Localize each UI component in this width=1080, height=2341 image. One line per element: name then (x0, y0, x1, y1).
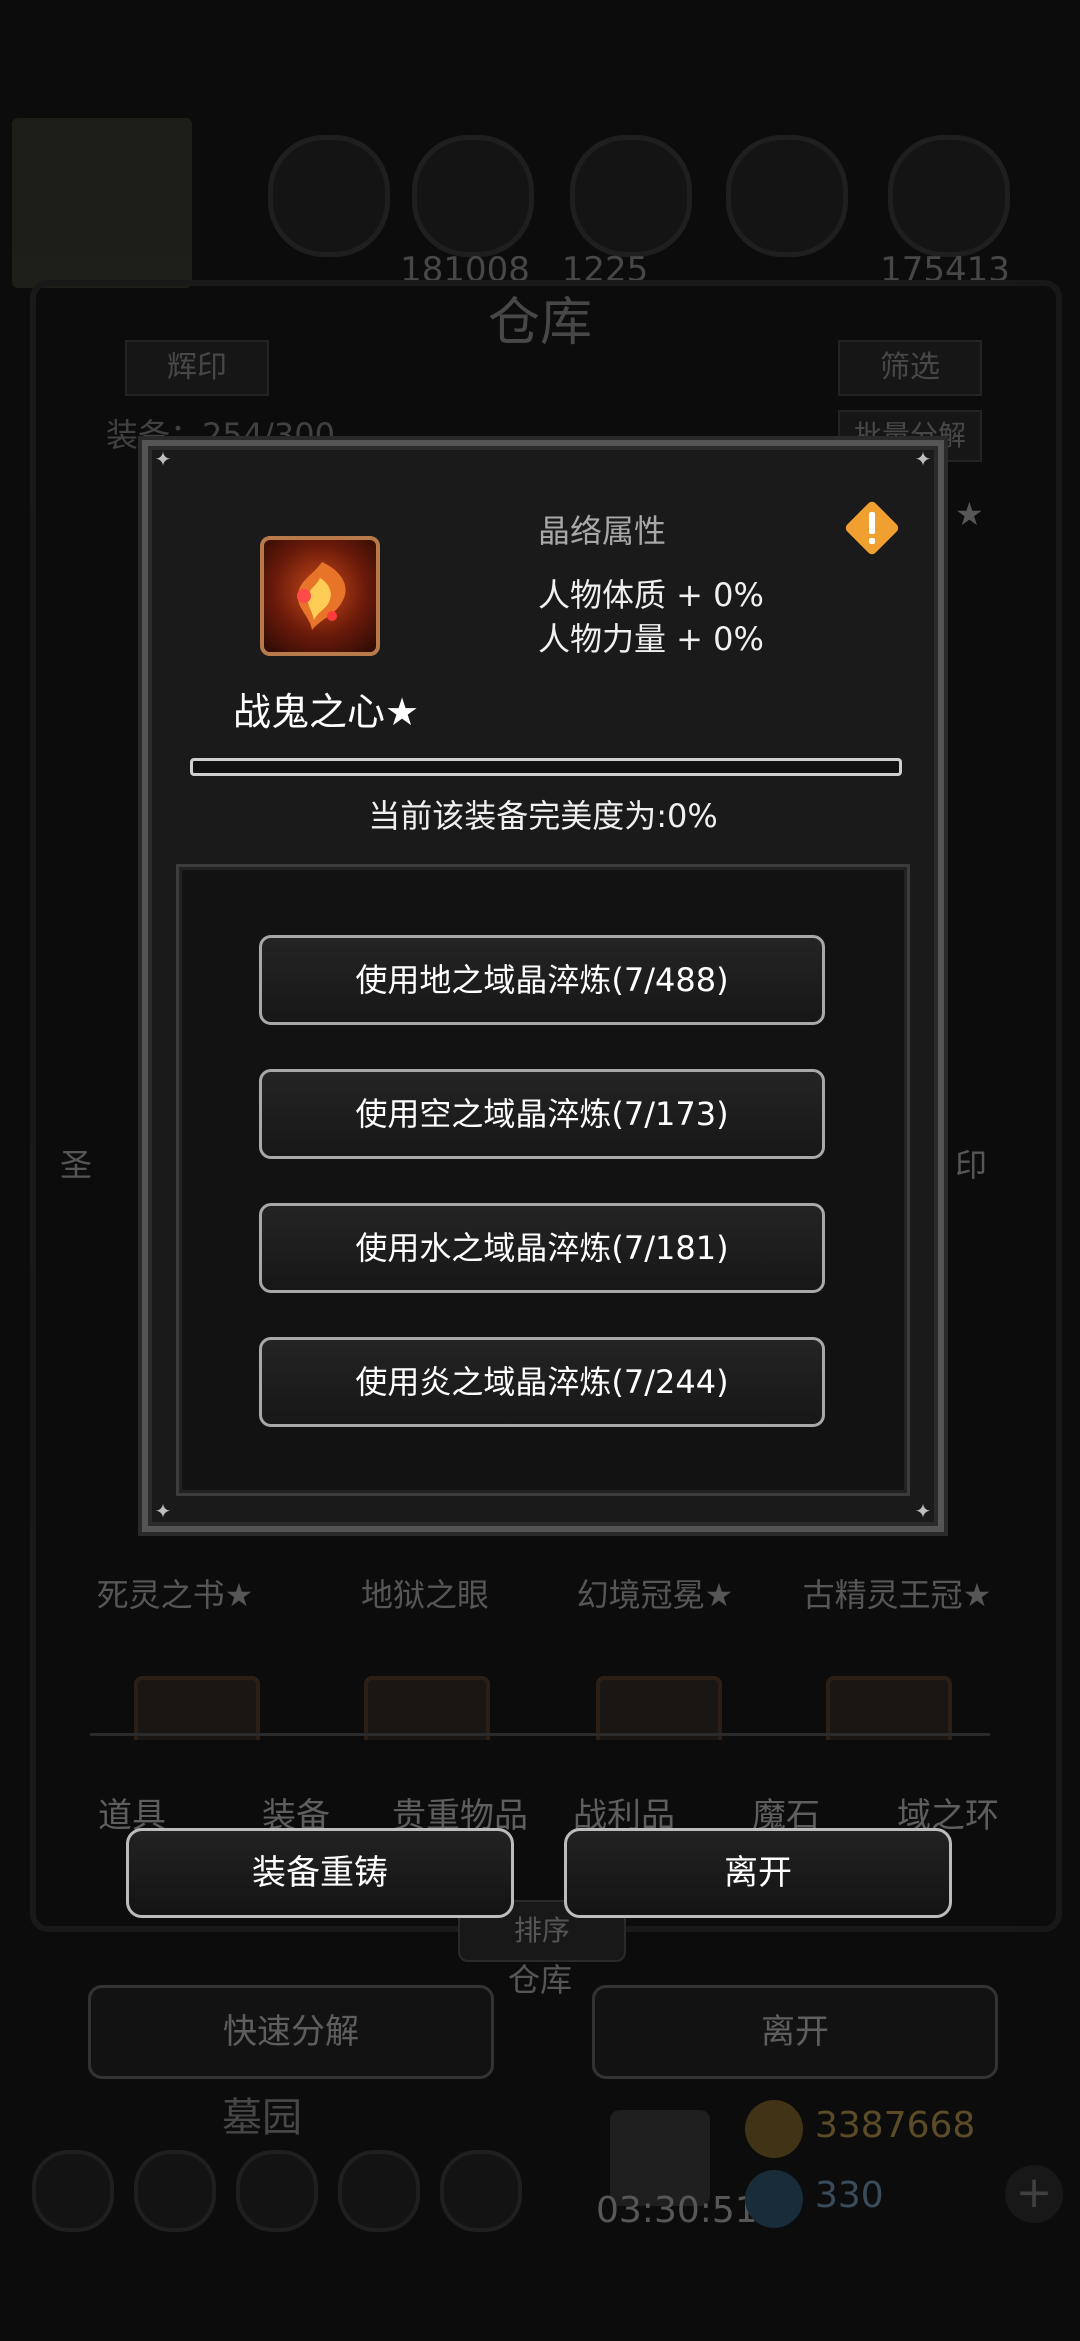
equipment-icon[interactable] (260, 536, 380, 656)
corner-sparkle-icon: ✦ (154, 447, 172, 471)
resource-icon-4 (726, 135, 848, 257)
menu-icon[interactable] (134, 2150, 216, 2232)
corner-sparkle-icon: ✦ (914, 1499, 932, 1523)
item-slot[interactable] (596, 1676, 722, 1740)
refine-fire-crystal-button[interactable]: 使用炎之域晶淬炼(7/244) (259, 1337, 825, 1427)
item-name-4: 古精灵王冠★ (802, 1576, 992, 1614)
gem-amount: 330 (815, 2175, 884, 2216)
refine-earth-crystal-button[interactable]: 使用地之域晶淬炼(7/488) (259, 935, 825, 1025)
item-name-2: 地狱之眼 (360, 1576, 489, 1614)
side-label-3: ★ (955, 495, 984, 533)
equipment-name: 战鬼之心★ (232, 690, 420, 734)
add-currency-icon[interactable]: + (1005, 2165, 1063, 2223)
warning-info-icon[interactable] (840, 496, 904, 560)
item-slot[interactable] (364, 1676, 490, 1740)
chest-timer: 03:30:51 (596, 2190, 758, 2231)
emblem-tab[interactable]: 辉印 (125, 340, 269, 396)
menu-icon[interactable] (236, 2150, 318, 2232)
refine-options-panel: 使用地之域晶淬炼(7/488) 使用空之域晶淬炼(7/173) 使用水之域晶淬炼… (176, 864, 910, 1496)
gold-amount: 3387668 (815, 2105, 976, 2146)
gold-coin-icon (745, 2100, 803, 2158)
menu-icon[interactable] (440, 2150, 522, 2232)
item-name-3: 幻境冠冕★ (576, 1576, 734, 1614)
war-ghost-heart-icon (297, 562, 346, 630)
side-label-2: 印 (955, 1146, 988, 1184)
perfection-progress-bar (190, 758, 902, 776)
item-slot[interactable] (134, 1676, 260, 1740)
tab-divider (90, 1733, 990, 1736)
corner-sparkle-icon: ✦ (914, 447, 932, 471)
refine-sky-crystal-button[interactable]: 使用空之域晶淬炼(7/173) (259, 1069, 825, 1159)
resource-icon-3 (570, 135, 692, 257)
item-slot[interactable] (826, 1676, 952, 1740)
menu-icon[interactable] (338, 2150, 420, 2232)
attribute-constitution: 人物体质 + 0% (538, 576, 764, 614)
perfection-text: 当前该装备完美度为:0% (368, 797, 718, 835)
crystal-attributes-title: 晶络属性 (538, 512, 667, 550)
reforge-equipment-button[interactable]: 装备重铸 (126, 1828, 514, 1918)
player-avatar (12, 118, 192, 288)
crystal-refine-dialog: ✦ ✦ ✦ ✦ 战鬼之心★ 晶络属性 人物体质 + 0% 人物力量 + 0% 当… (142, 440, 944, 1532)
menu-icon[interactable] (32, 2150, 114, 2232)
leave-button[interactable]: 离开 (564, 1828, 952, 1918)
resource-icon-2 (412, 135, 534, 257)
corner-sparkle-icon: ✦ (154, 1499, 172, 1523)
refine-water-crystal-button[interactable]: 使用水之域晶淬炼(7/181) (259, 1203, 825, 1293)
filter-button[interactable]: 筛选 (838, 340, 982, 396)
gem-icon (745, 2170, 803, 2228)
attribute-strength: 人物力量 + 0% (538, 620, 764, 658)
resource-icon-5 (888, 135, 1010, 257)
quick-decompose-button[interactable]: 快速分解 (88, 1985, 494, 2079)
background-leave-button[interactable]: 离开 (592, 1985, 998, 2079)
side-label-1: 圣 (60, 1146, 93, 1184)
resource-icon-1 (268, 135, 390, 257)
cemetery-label: 墓园 (222, 2095, 302, 2141)
item-name-1: 死灵之书★ (96, 1576, 254, 1614)
